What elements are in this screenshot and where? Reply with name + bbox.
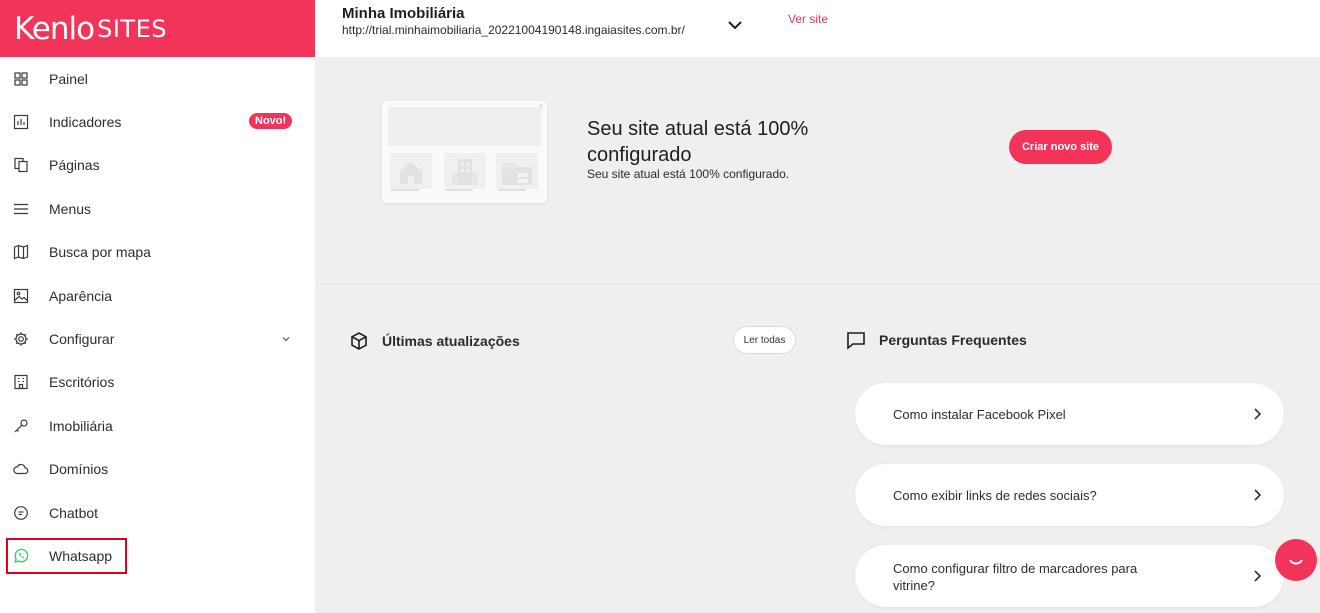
preview-dot — [539, 104, 543, 108]
sidebar-item-label: Configurar — [49, 331, 115, 347]
chevron-down-icon[interactable] — [725, 15, 745, 35]
sidebar-item-label: Domínios — [49, 461, 109, 477]
sidebar-item-escritorios[interactable]: Escritórios — [0, 364, 315, 400]
sidebar-item-indicadores[interactable]: Indicadores Novo! — [0, 104, 315, 140]
chevron-down-icon[interactable] — [281, 334, 291, 344]
message-square-icon — [847, 332, 865, 350]
cloud-icon — [13, 461, 29, 477]
faq-item[interactable]: Como instalar Facebook Pixel — [855, 383, 1284, 445]
sidebar-item-label: Busca por mapa — [49, 244, 151, 260]
grid-icon — [13, 71, 29, 87]
hero-subtitle: Seu site atual está 100% configurado. — [587, 167, 790, 181]
sidebar-item-menus[interactable]: Menus — [0, 191, 315, 227]
preview-caption-line — [498, 189, 526, 191]
faq-title: Perguntas Frequentes — [879, 332, 1027, 348]
sidebar-item-dominios[interactable]: Domínios — [0, 451, 315, 487]
sidebar-item-chatbot[interactable]: Chatbot — [0, 495, 315, 531]
new-badge: Novo! — [249, 113, 293, 129]
box-icon — [351, 332, 367, 350]
preview-store-tile — [496, 153, 538, 189]
chart-icon — [13, 114, 29, 130]
site-preview-card — [382, 101, 547, 203]
sidebar-item-label: Aparência — [49, 288, 113, 304]
key-icon — [13, 418, 29, 434]
image-icon — [13, 288, 29, 304]
sidebar-item-label: Indicadores — [49, 114, 122, 130]
sidebar-item-label: Menus — [49, 201, 92, 217]
building-icon — [13, 374, 29, 390]
faq-item[interactable]: Como configurar filtro de marcadores par… — [855, 545, 1284, 607]
read-all-button[interactable]: Ler todas — [733, 326, 796, 354]
faq-question: Como instalar Facebook Pixel — [893, 407, 1066, 422]
sidebar-item-configurar[interactable]: Configurar — [0, 321, 315, 357]
preview-banner — [388, 107, 541, 146]
sidebar-item-aparencia[interactable]: Aparência — [0, 278, 315, 314]
hero-title: Seu site atual está 100% configurado — [587, 118, 809, 166]
highlight-box — [6, 538, 127, 574]
chat-bubble-icon — [13, 505, 29, 521]
sidebar-item-label: Escritórios — [49, 374, 115, 390]
chevron-right-icon — [1254, 570, 1262, 582]
top-bar: Minha Imobiliária http://trial.minhaimob… — [315, 0, 1320, 57]
create-new-site-button[interactable]: Criar novo site — [1009, 130, 1112, 164]
sidebar: Kenlo SITES Painel Indicadores Novo! Pág… — [0, 0, 315, 613]
chevron-right-icon — [1254, 489, 1262, 501]
sidebar-item-label: Imobiliária — [49, 418, 113, 434]
sidebar-item-label: Painel — [49, 71, 88, 87]
chevron-right-icon — [1254, 408, 1262, 420]
preview-building-tile — [444, 153, 486, 189]
section-divider — [315, 283, 1320, 284]
chat-icon — [1289, 559, 1303, 565]
logo-subtext: SITES — [97, 14, 167, 43]
gear-icon — [13, 331, 29, 347]
sidebar-item-label: Páginas — [49, 157, 100, 173]
sidebar-item-label: Chatbot — [49, 505, 99, 521]
preview-caption-line — [391, 189, 419, 191]
faq-question: Como configurar filtro de marcadores par… — [893, 561, 1138, 593]
view-site-link[interactable]: Ver site — [788, 12, 828, 26]
sidebar-item-imobiliaria[interactable]: Imobiliária — [0, 408, 315, 444]
preview-house-tile — [390, 153, 432, 189]
pages-icon — [13, 157, 29, 173]
sidebar-item-painel[interactable]: Painel — [0, 61, 315, 97]
sidebar-item-busca-por-mapa[interactable]: Busca por mapa — [0, 234, 315, 270]
site-url: http://trial.minhaimobiliaria_2022100419… — [342, 23, 685, 37]
brand-logo[interactable]: Kenlo SITES — [0, 0, 315, 57]
updates-title: Últimas atualizações — [382, 333, 520, 349]
faq-question: Como exibir links de redes sociais? — [893, 488, 1097, 503]
faq-item[interactable]: Como exibir links de redes sociais? — [855, 464, 1284, 526]
chat-widget-button[interactable] — [1275, 539, 1317, 581]
site-name: Minha Imobiliária — [342, 5, 465, 22]
logo-text: Kenlo — [14, 10, 95, 47]
map-icon — [13, 244, 29, 260]
preview-caption-line — [445, 189, 473, 191]
sidebar-item-paginas[interactable]: Páginas — [0, 147, 315, 183]
menu-icon — [13, 201, 29, 217]
